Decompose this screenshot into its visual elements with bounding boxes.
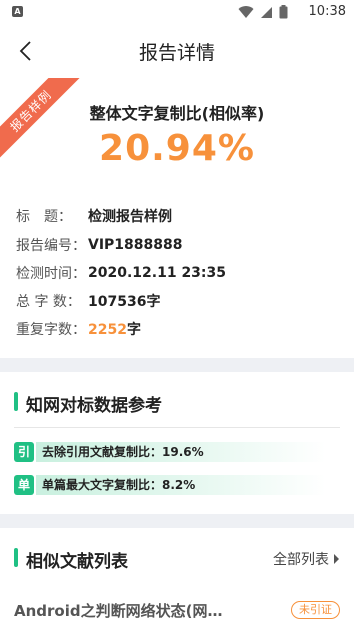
- similar-item-title: Android之判断网络状态(网…: [14, 602, 223, 620]
- info-key: 报告编号：: [16, 238, 86, 254]
- wifi-icon: [238, 5, 254, 18]
- info-row-report-number: 报告编号： VIP1888888: [16, 233, 183, 257]
- info-row-title: 标 题： 检测报告样例: [16, 204, 172, 228]
- info-key: 检测时间：: [16, 266, 86, 282]
- metric-excluding-citations: 引 去除引用文献复制比：19.6%: [14, 442, 340, 462]
- info-key: 总 字 数：: [16, 294, 81, 310]
- caret-right-icon: [334, 554, 339, 564]
- info-value: 2020.12.11 23:35: [88, 265, 227, 281]
- duplicate-unit: 字: [126, 322, 141, 338]
- metric-single-max: 单 单篇最大文字复制比：8.2%: [14, 475, 340, 495]
- status-bar: A 10:38: [0, 0, 354, 24]
- divider: [14, 427, 340, 428]
- metric-badge: 单: [14, 475, 34, 495]
- view-all-button[interactable]: 全部列表: [273, 549, 340, 569]
- section-gap: [0, 358, 354, 372]
- system-icons: [238, 5, 288, 19]
- similar-list-item[interactable]: Android之判断网络状态(网… 未引证: [0, 597, 354, 627]
- section-gap: [0, 514, 354, 528]
- info-key: 标 题：: [16, 209, 72, 225]
- info-key: 重复字数：: [16, 322, 86, 338]
- similarity-summary: 报告样例 整体文字复制比(相似率) 20.94%: [0, 78, 354, 178]
- info-value: 2252字: [88, 319, 141, 339]
- citation-status-badge: 未引证: [291, 601, 340, 619]
- signal-icon: [261, 6, 272, 18]
- navigation-bar: 报告详情: [0, 24, 354, 78]
- info-value: 107536字: [88, 294, 161, 310]
- app-notification-icon: A: [12, 6, 23, 17]
- section-accent-bar: [14, 548, 18, 567]
- page-title: 报告详情: [138, 42, 215, 64]
- info-value: VIP1888888: [88, 237, 183, 253]
- benchmark-section-header: 知网对标数据参考: [0, 380, 354, 424]
- metric-text: 去除引用文献复制比：19.6%: [42, 445, 204, 459]
- status-clock: 10:38: [308, 4, 346, 19]
- info-value: 检测报告样例: [88, 209, 172, 225]
- similarity-rate: 20.94%: [99, 128, 255, 169]
- benchmark-title: 知网对标数据参考: [26, 396, 162, 416]
- info-row-check-time: 检测时间： 2020.12.11 23:35: [16, 261, 226, 285]
- metric-badge: 引: [14, 442, 34, 462]
- view-all-label: 全部列表: [273, 552, 329, 568]
- section-accent-bar: [14, 392, 18, 411]
- similar-title: 相似文献列表: [26, 552, 128, 572]
- duplicate-count: 2252: [88, 322, 127, 338]
- info-row-duplicate-words: 重复字数： 2252字: [16, 317, 141, 341]
- info-row-total-words: 总 字 数： 107536字: [16, 289, 160, 313]
- battery-icon: [279, 5, 288, 19]
- metric-text: 单篇最大文字复制比：8.2%: [42, 478, 196, 492]
- similarity-label: 整体文字复制比(相似率): [89, 104, 265, 123]
- similar-section-header: 相似文献列表 全部列表: [0, 536, 354, 580]
